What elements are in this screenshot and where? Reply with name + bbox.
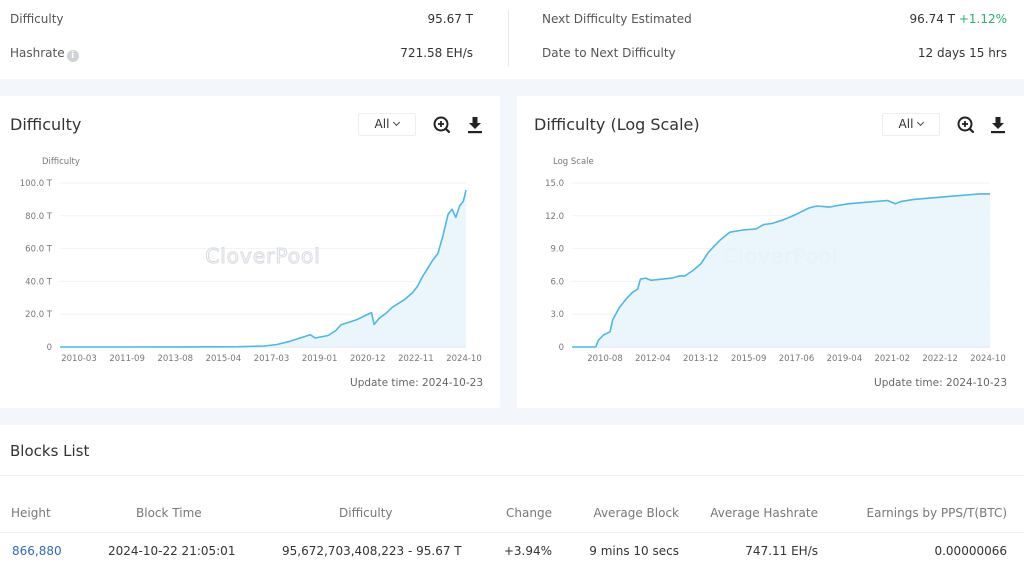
column-header-difficulty: Difficulty — [339, 506, 393, 520]
x-tick-label: 2019-04 — [827, 354, 863, 364]
block-height-link[interactable]: 866,880 — [12, 544, 62, 558]
divider — [0, 532, 1024, 533]
x-tick-label: 2017-06 — [779, 354, 815, 364]
y-tick-label: 3.0 — [550, 310, 564, 320]
x-tick-label: 2012-04 — [635, 354, 671, 364]
y-tick-label: 80.0 T — [25, 212, 53, 222]
difficulty-chart-card: Difficulty All Difficulty 0 20.0 T 40.0 T 60… — [0, 96, 500, 408]
x-tick-label: 2013-12 — [683, 354, 719, 364]
y-tick-label: 0 — [47, 343, 52, 353]
x-tick-label: 2010-08 — [587, 354, 623, 364]
hashrate-value: 721.58 EH/s — [400, 46, 473, 60]
block-change: +3.94% — [503, 544, 552, 558]
difficulty-label: Difficulty — [10, 12, 64, 26]
x-tick-label: 2015-09 — [731, 354, 767, 364]
update-time: Update time: 2024-10-23 — [874, 377, 1007, 389]
next-difficulty-change: +1.12% — [958, 12, 1007, 26]
y-tick-label: 6.0 — [550, 277, 564, 287]
next-difficulty-label: Next Difficulty Estimated — [542, 12, 692, 26]
hashrate-label: Hashrate i — [10, 46, 79, 62]
blocks-list-title: Blocks List — [10, 442, 90, 460]
y-tick-label: 15.0 — [545, 179, 564, 189]
x-tick-label: 2010-03 — [61, 354, 97, 364]
column-header-average-block: Average Block — [593, 506, 679, 520]
column-header-earnings: Earnings by PPS/T(BTC) — [866, 506, 1007, 520]
x-tick-label: 2024-10 — [970, 354, 1006, 364]
update-time: Update time: 2024-10-23 — [350, 377, 483, 389]
watermark: CloverPool — [205, 244, 321, 268]
x-tick-label: 2022-12 — [922, 354, 958, 364]
y-tick-label: 60.0 T — [25, 245, 53, 255]
log-difficulty-chart: Log Scale03.06.09.012.015.0CloverPool201… — [545, 157, 1006, 364]
x-tick-label: 2019-01 — [302, 354, 338, 364]
next-difficulty-value: 96.74 T +1.12% — [909, 12, 1007, 26]
earnings-pps: 0.00000066 — [934, 544, 1007, 558]
column-header-change: Change — [506, 506, 552, 520]
y-tick-label: 100.0 T — [20, 179, 53, 189]
x-tick-label: 2013-08 — [157, 354, 193, 364]
difficulty-chart: Difficulty 0 20.0 T 40.0 T 60.0 T 80.0 T 100.0… — [20, 157, 482, 364]
y-tick-label: 9.0 — [550, 245, 564, 255]
hashrate-label-text: Hashrate — [10, 46, 65, 60]
date-to-next-value: 12 days 15 hrs — [917, 46, 1007, 60]
divider — [0, 475, 1024, 476]
y-axis-label: Difficulty — [42, 157, 80, 167]
network-stats-card: Difficulty 95.67 T Hashrate i 721.58 EH/s… — [0, 0, 1024, 79]
blocks-list-card: Blocks List Height Block Time Difficulty… — [0, 425, 1024, 565]
column-header-height: Height — [11, 506, 51, 520]
series-area — [60, 190, 466, 347]
stats-divider — [508, 10, 509, 66]
average-hashrate: 747.11 EH/s — [745, 544, 818, 558]
x-tick-label: 2021-02 — [874, 354, 910, 364]
next-difficulty-amount: 96.74 T — [909, 12, 955, 26]
y-axis-label: Log Scale — [553, 157, 594, 167]
x-tick-label: 2015-04 — [206, 354, 242, 364]
date-to-next-label: Date to Next Difficulty — [542, 46, 676, 60]
y-tick-label: 20.0 T — [25, 310, 53, 320]
column-header-block-time: Block Time — [136, 506, 202, 520]
average-block-time: 9 mins 10 secs — [589, 544, 679, 558]
y-tick-label: 40.0 T — [25, 277, 53, 287]
x-tick-label: 2011-09 — [109, 354, 145, 364]
y-tick-label: 0 — [559, 343, 564, 353]
x-tick-label: 2020-12 — [350, 354, 386, 364]
block-difficulty: 95,672,703,408,223 - 95.67 T — [282, 544, 462, 558]
column-header-average-hashrate: Average Hashrate — [710, 506, 818, 520]
difficulty-value: 95.67 T — [427, 12, 474, 26]
x-tick-label: 2017-03 — [254, 354, 290, 364]
x-tick-label: 2022-11 — [398, 354, 434, 364]
series-area — [572, 193, 990, 347]
y-tick-label: 12.0 — [545, 212, 564, 222]
x-tick-label: 2024-10 — [446, 354, 482, 364]
block-time: 2024-10-22 21:05:01 — [108, 544, 236, 558]
log-difficulty-chart-card: Difficulty (Log Scale) All Log Scale 0 3.0… — [517, 96, 1024, 408]
info-icon[interactable]: i — [66, 50, 79, 62]
